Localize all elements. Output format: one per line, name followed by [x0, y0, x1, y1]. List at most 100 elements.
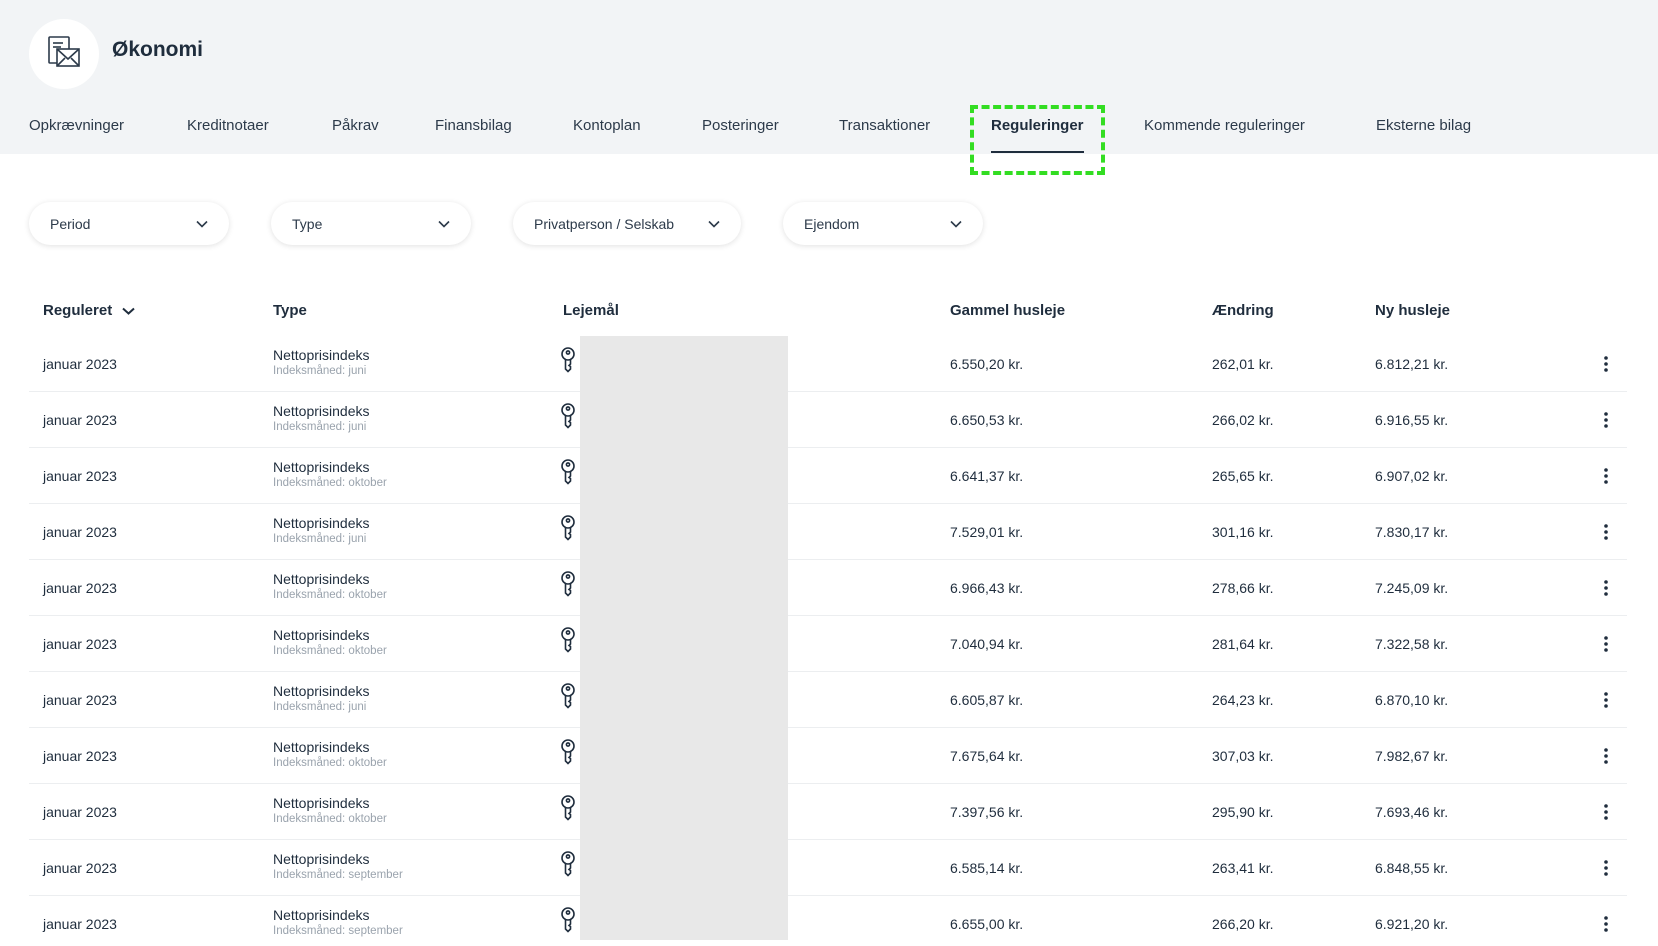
- more-options-icon[interactable]: [1596, 910, 1616, 938]
- redacted-area: [580, 336, 788, 940]
- cell-reguleret: januar 2023: [43, 412, 117, 428]
- tab-finansbilag[interactable]: Finansbilag: [435, 118, 512, 154]
- type-label: Nettoprisindeks: [273, 347, 370, 363]
- cell-type: Nettoprisindeks Indeksmåned: juni: [273, 403, 370, 433]
- filter-type[interactable]: Type: [271, 202, 471, 245]
- more-options-icon[interactable]: [1596, 854, 1616, 882]
- type-label: Nettoprisindeks: [273, 683, 370, 699]
- chevron-down-icon: [438, 220, 450, 228]
- cell-gammel-husleje: 7.040,94 kr.: [950, 636, 1024, 652]
- table-row[interactable]: januar 2023 Nettoprisindeks Indeksmåned:…: [29, 336, 1627, 392]
- filter-ejendom[interactable]: Ejendom: [783, 202, 983, 245]
- index-month: Indeksmåned: juni: [273, 701, 367, 713]
- cell-ny-husleje: 6.916,55 kr.: [1375, 412, 1449, 428]
- index-month: Indeksmåned: oktober: [273, 589, 387, 601]
- cell-reguleret: januar 2023: [43, 636, 117, 652]
- cell-gammel-husleje: 7.675,64 kr.: [950, 748, 1024, 764]
- table-row[interactable]: januar 2023 Nettoprisindeks Indeksmåned:…: [29, 448, 1627, 504]
- type-label: Nettoprisindeks: [273, 515, 370, 531]
- filter-privatperson-selskab[interactable]: Privatperson / Selskab: [513, 202, 741, 245]
- table-row[interactable]: januar 2023 Nettoprisindeks Indeksmåned:…: [29, 840, 1627, 896]
- sort-chevron-icon: [122, 307, 135, 315]
- cell-aendring: 266,20 kr.: [1212, 916, 1274, 932]
- table-row[interactable]: januar 2023 Nettoprisindeks Indeksmåned:…: [29, 504, 1627, 560]
- index-month: Indeksmåned: juni: [273, 421, 367, 433]
- key-icon: [560, 515, 578, 541]
- index-month: Indeksmåned: september: [273, 869, 403, 881]
- key-icon: [560, 907, 578, 933]
- table-row[interactable]: januar 2023 Nettoprisindeks Indeksmåned:…: [29, 616, 1627, 672]
- filter-period[interactable]: Period: [29, 202, 229, 245]
- column-header-lejemaal: Lejemål: [563, 302, 619, 319]
- column-header-type: Type: [273, 302, 307, 319]
- more-options-icon[interactable]: [1596, 686, 1616, 714]
- envelope-document-icon: [45, 33, 83, 76]
- table-body: januar 2023 Nettoprisindeks Indeksmåned:…: [29, 336, 1627, 946]
- table-row[interactable]: januar 2023 Nettoprisindeks Indeksmåned:…: [29, 560, 1627, 616]
- type-label: Nettoprisindeks: [273, 739, 370, 755]
- more-options-icon[interactable]: [1596, 518, 1616, 546]
- chevron-down-icon: [708, 220, 720, 228]
- cell-gammel-husleje: 6.605,87 kr.: [950, 692, 1024, 708]
- key-icon: [560, 347, 578, 373]
- table-header: Reguleret Type Lejemål Gammel husleje Æn…: [29, 296, 1627, 324]
- cell-type: Nettoprisindeks Indeksmåned: september: [273, 907, 403, 937]
- more-options-icon[interactable]: [1596, 798, 1616, 826]
- key-icon: [560, 739, 578, 765]
- type-label: Nettoprisindeks: [273, 571, 370, 587]
- type-label: Nettoprisindeks: [273, 403, 370, 419]
- tab-opkraevninger[interactable]: Opkrævninger: [29, 118, 124, 154]
- cell-reguleret: januar 2023: [43, 916, 117, 932]
- cell-gammel-husleje: 6.585,14 kr.: [950, 860, 1024, 876]
- cell-reguleret: januar 2023: [43, 580, 117, 596]
- column-header-ny-husleje: Ny husleje: [1375, 302, 1451, 319]
- key-icon: [560, 683, 578, 709]
- cell-type: Nettoprisindeks Indeksmåned: oktober: [273, 627, 387, 657]
- cell-gammel-husleje: 7.397,56 kr.: [950, 804, 1024, 820]
- cell-reguleret: januar 2023: [43, 860, 117, 876]
- type-label: Nettoprisindeks: [273, 627, 370, 643]
- more-options-icon[interactable]: [1596, 574, 1616, 602]
- column-header-aendring: Ændring: [1212, 302, 1274, 319]
- cell-type: Nettoprisindeks Indeksmåned: juni: [273, 347, 370, 377]
- tab-reguleringer[interactable]: Reguleringer: [991, 118, 1084, 154]
- table-row[interactable]: januar 2023 Nettoprisindeks Indeksmåned:…: [29, 392, 1627, 448]
- cell-reguleret: januar 2023: [43, 692, 117, 708]
- table-row[interactable]: januar 2023 Nettoprisindeks Indeksmåned:…: [29, 728, 1627, 784]
- tab-kreditnotaer[interactable]: Kreditnotaer: [187, 118, 269, 154]
- more-options-icon[interactable]: [1596, 630, 1616, 658]
- key-icon: [560, 571, 578, 597]
- type-label: Nettoprisindeks: [273, 795, 370, 811]
- index-month: Indeksmåned: oktober: [273, 477, 387, 489]
- tab-kontoplan[interactable]: Kontoplan: [573, 118, 641, 154]
- index-month: Indeksmåned: oktober: [273, 757, 387, 769]
- table-row[interactable]: januar 2023 Nettoprisindeks Indeksmåned:…: [29, 784, 1627, 840]
- tab-transaktioner[interactable]: Transaktioner: [839, 118, 930, 154]
- cell-type: Nettoprisindeks Indeksmåned: oktober: [273, 459, 387, 489]
- key-icon: [560, 459, 578, 485]
- cell-gammel-husleje: 6.966,43 kr.: [950, 580, 1024, 596]
- cell-ny-husleje: 6.812,21 kr.: [1375, 356, 1449, 372]
- chevron-down-icon: [196, 220, 208, 228]
- tab-kommende-reguleringer[interactable]: Kommende reguleringer: [1144, 118, 1305, 154]
- cell-aendring: 278,66 kr.: [1212, 580, 1274, 596]
- tab-eksterne-bilag[interactable]: Eksterne bilag: [1376, 118, 1471, 154]
- app-logo: [29, 19, 99, 89]
- filter-label: Ejendom: [804, 215, 860, 232]
- more-options-icon[interactable]: [1596, 462, 1616, 490]
- tab-paakrav[interactable]: Påkrav: [332, 118, 379, 154]
- cell-ny-husleje: 6.921,20 kr.: [1375, 916, 1449, 932]
- table-row[interactable]: januar 2023 Nettoprisindeks Indeksmåned:…: [29, 672, 1627, 728]
- tab-posteringer[interactable]: Posteringer: [702, 118, 779, 154]
- more-options-icon[interactable]: [1596, 742, 1616, 770]
- column-header-reguleret[interactable]: Reguleret: [43, 302, 135, 319]
- key-icon: [560, 795, 578, 821]
- table-row[interactable]: januar 2023 Nettoprisindeks Indeksmåned:…: [29, 896, 1627, 946]
- cell-reguleret: januar 2023: [43, 356, 117, 372]
- cell-ny-husleje: 7.245,09 kr.: [1375, 580, 1449, 596]
- index-month: Indeksmåned: september: [273, 925, 403, 937]
- key-icon: [560, 627, 578, 653]
- more-options-icon[interactable]: [1596, 350, 1616, 378]
- cell-type: Nettoprisindeks Indeksmåned: oktober: [273, 571, 387, 601]
- more-options-icon[interactable]: [1596, 406, 1616, 434]
